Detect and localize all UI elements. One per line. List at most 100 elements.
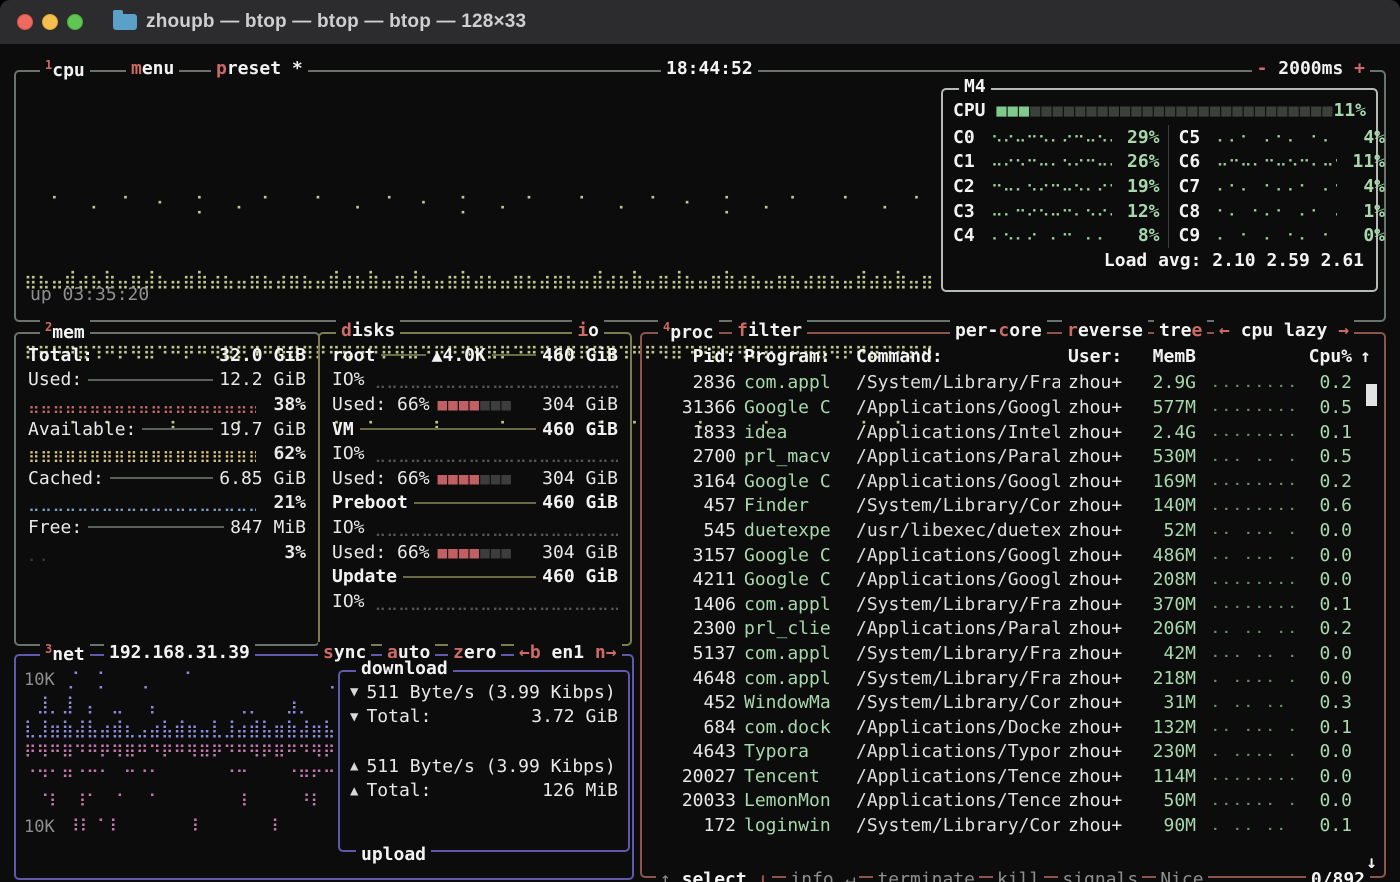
- table-row[interactable]: 2300 prl_clie /Applications/Parallels D …: [642, 617, 1384, 642]
- sort-direction-icon: ↑: [1360, 346, 1378, 367]
- disk-io-row: IO% ⣀⣀⣀⣀⣀⣀⣀⣀⣀⣀⣀⣀⣀⣀⣀⣀⣀⣀⣀⣀⣀⣀⣀⣀⣀⣀: [320, 515, 630, 540]
- disks-io-toggle[interactable]: io: [572, 320, 604, 341]
- header-command[interactable]: Command:: [856, 346, 1060, 367]
- proc-command: /System/Library/Framework: [856, 668, 1060, 689]
- proc-mem: 140M: [1140, 495, 1196, 516]
- core-percent: 12%: [1118, 201, 1160, 222]
- terminate-button[interactable]: terminate: [873, 869, 979, 882]
- interval-increase-button[interactable]: +: [1354, 58, 1365, 79]
- proc-program: Finder: [744, 495, 848, 516]
- net-history-graph: 10K⠀⡈⠀⢈⠀⠀⠀⡀⠀⠀⠈⠀⠀⠀⠀⠀⠀⠀⠀⠀⠀⠀⡀⠀⠀⠀⠀⠀ ⠀⣸⡀⣸⠀⡄⠀⣀…: [24, 668, 334, 839]
- nice-button[interactable]: Nice: [1156, 869, 1207, 882]
- proc-pid: 20027: [652, 766, 736, 787]
- table-row[interactable]: 1833 idea /Applications/IntelliJ ID zhou…: [642, 420, 1384, 445]
- disk-io-meter: ⣀⣀⣀⣀⣀⣀⣀⣀⣀⣀⣀⣀⣀⣀⣀⣀⣀⣀⣀⣀⣀⣀⣀⣀⣀⣀: [375, 518, 618, 537]
- table-row[interactable]: 31366 Google C /Applications/Google Chro…: [642, 395, 1384, 420]
- mem-used-value: 12.2 GiB: [219, 369, 306, 390]
- proc-user: zhou+: [1068, 717, 1132, 738]
- scrollbar-thumb[interactable]: [1366, 384, 1377, 406]
- header-cpu[interactable]: Cpu%: [1304, 346, 1352, 367]
- table-row[interactable]: 1406 com.appl /System/Library/Framework …: [642, 592, 1384, 617]
- proc-box: 4proc filter per-core reverse tree ← cpu…: [640, 332, 1386, 878]
- core-name: C6: [1179, 151, 1217, 172]
- header-program[interactable]: Program:: [744, 346, 848, 367]
- mem-available-percent: 62%: [264, 443, 306, 464]
- proc-pid: 4648: [652, 668, 736, 689]
- disk-used-row: Used: 66% ■■■■■■■ 304 GiB: [320, 392, 630, 417]
- proc-command: /Applications/Google Chro: [856, 397, 1060, 418]
- proc-cpu: 0.1: [1304, 717, 1352, 738]
- proc-mem: 206M: [1140, 618, 1196, 639]
- proc-cpu-meter: ⠄⠄⠀⠄⠄⠄⠀⠄: [1204, 546, 1296, 564]
- header-user[interactable]: User:: [1068, 346, 1132, 367]
- table-row[interactable]: 20033 LemonMon /Applications/Tencent Lem…: [642, 789, 1384, 814]
- core-name: C9: [1179, 225, 1217, 246]
- proc-mem: 218M: [1140, 668, 1196, 689]
- net-zero-toggle[interactable]: zero: [448, 642, 501, 663]
- proc-program: WindowMa: [744, 692, 848, 713]
- menu-button[interactable]: menu: [126, 58, 179, 79]
- table-row[interactable]: 684 com.dock /Applications/Docker.app/ z…: [642, 715, 1384, 740]
- net-axis-bottom: 10K: [24, 817, 55, 837]
- info-button[interactable]: info ↵: [786, 869, 859, 882]
- minimize-button[interactable]: [42, 14, 58, 30]
- disk-used-bar: ■■■■■■■: [438, 469, 512, 488]
- disk-io-label: IO%: [332, 591, 365, 612]
- mem-used-label: Used:: [28, 369, 82, 390]
- mem-cached-percent: 21%: [264, 492, 306, 513]
- table-row[interactable]: 2700 prl_macv /Applications/Parallels D …: [642, 444, 1384, 469]
- table-row[interactable]: 4643 Typora /Applications/Typora.app/ zh…: [642, 740, 1384, 765]
- kill-button[interactable]: kill: [993, 869, 1044, 882]
- cpu-total-row: CPU ■■■■■■■■■■■■■■■■■■■■■■■■■■■■■■ 11%: [953, 98, 1366, 123]
- disk-used-bar: ■■■■■■■: [438, 395, 512, 414]
- signals-button[interactable]: signals: [1058, 869, 1142, 882]
- disk-used-size: 304 GiB: [542, 542, 618, 563]
- disk-size: 460 GiB: [542, 566, 618, 587]
- table-row[interactable]: 4211 Google C /Applications/Google Chro …: [642, 567, 1384, 592]
- proc-cpu-meter: ⠄⠄⠄⠄⠄⠄⠄⠄: [1204, 472, 1296, 490]
- preset-button[interactable]: preset *: [211, 58, 308, 79]
- select-down-button[interactable]: ↓: [758, 869, 769, 882]
- core-row: C5 ⠄⠄⠂⠀⠄⠂⠄⠀⠂⠄⠀⠄⠂⠀⠄ 4%: [1179, 125, 1386, 150]
- close-button[interactable]: [17, 14, 33, 30]
- zoom-button[interactable]: [67, 14, 83, 30]
- select-up-button[interactable]: ↑ select ↓: [656, 869, 772, 882]
- table-row[interactable]: 5137 com.appl /System/Library/Framework …: [642, 641, 1384, 666]
- net-prev-button[interactable]: ←b: [519, 642, 541, 663]
- download-total-value: 3.72 GiB: [531, 706, 618, 727]
- core-percent: 4%: [1343, 127, 1385, 148]
- sort-left-button[interactable]: ←: [1219, 320, 1230, 341]
- mem-cached-meter: ⣀⣀⣀⣀⣀⣀⣀⣀⣀⣀⣀⣀⣀⣀⣀⣀⣀⣀⣀⣀⣀⣀⣀⣀⣀⣀: [28, 493, 256, 512]
- table-row[interactable]: 457 Finder /System/Library/CoreServi zho…: [642, 494, 1384, 519]
- cpu-cores-box: M4 CPU ■■■■■■■■■■■■■■■■■■■■■■■■■■■■■■ 11…: [941, 88, 1378, 292]
- table-row[interactable]: 2836 com.appl /System/Library/Framework …: [642, 371, 1384, 396]
- table-row[interactable]: 20027 Tencent /Applications/Tencent Lem …: [642, 764, 1384, 789]
- filter-button[interactable]: filter: [732, 320, 807, 341]
- interval-decrease-button[interactable]: -: [1257, 58, 1268, 79]
- reverse-toggle[interactable]: reverse: [1062, 320, 1148, 341]
- mem-available-meter-row: ⣶⣶⣶⣶⣶⣶⣶⣶⣶⣶⣶⣶⣶⣶⣶⣶⣶⣶⣶⣶⣶⣶⣶⣶⣶⣶ 62%: [16, 441, 318, 466]
- table-row[interactable]: 3164 Google C /Applications/Google Chro …: [642, 469, 1384, 494]
- table-row[interactable]: 545 duetexpe /usr/libexec/duetexpertd zh…: [642, 518, 1384, 543]
- proc-cpu: 0.1: [1304, 815, 1352, 836]
- net-box: 3net 192.168.31.39 sync auto zero ←b en1…: [14, 654, 634, 880]
- header-memb[interactable]: MemB: [1140, 346, 1196, 367]
- proc-mem: 52M: [1140, 520, 1196, 541]
- proc-command: /System/Library/CoreServi: [856, 815, 1060, 836]
- header-pid[interactable]: Pid:: [652, 346, 736, 367]
- core-percent: 19%: [1118, 176, 1160, 197]
- mem-cached-meter-row: ⣀⣀⣀⣀⣀⣀⣀⣀⣀⣀⣀⣀⣀⣀⣀⣀⣀⣀⣀⣀⣀⣀⣀⣀⣀⣀ 21%: [16, 491, 318, 516]
- proc-command: /Applications/Docker.app/: [856, 717, 1060, 738]
- table-row[interactable]: 3157 Google C /Applications/Google Chro …: [642, 543, 1384, 568]
- table-row[interactable]: 452 WindowMa /System/Library/CoreServi z…: [642, 690, 1384, 715]
- proc-command: /Applications/Parallels D: [856, 446, 1060, 467]
- net-next-button[interactable]: n→: [595, 642, 617, 663]
- tree-toggle[interactable]: tree: [1154, 320, 1207, 341]
- table-row[interactable]: 172 loginwin /System/Library/CoreServi z…: [642, 813, 1384, 838]
- table-row[interactable]: 4648 com.appl /System/Library/Framework …: [642, 666, 1384, 691]
- per-core-toggle[interactable]: per-core: [950, 320, 1047, 341]
- core-row: C9 ⠄⠀⠂⠀⠄⠀⠂⠄⠀⠂⠀⠄⠀⠂⠀ 0%: [1179, 223, 1386, 248]
- disk-row: VM 460 GiB: [320, 417, 630, 442]
- sort-right-button[interactable]: →: [1338, 320, 1349, 341]
- upload-arrow-icon: ▲: [350, 758, 358, 774]
